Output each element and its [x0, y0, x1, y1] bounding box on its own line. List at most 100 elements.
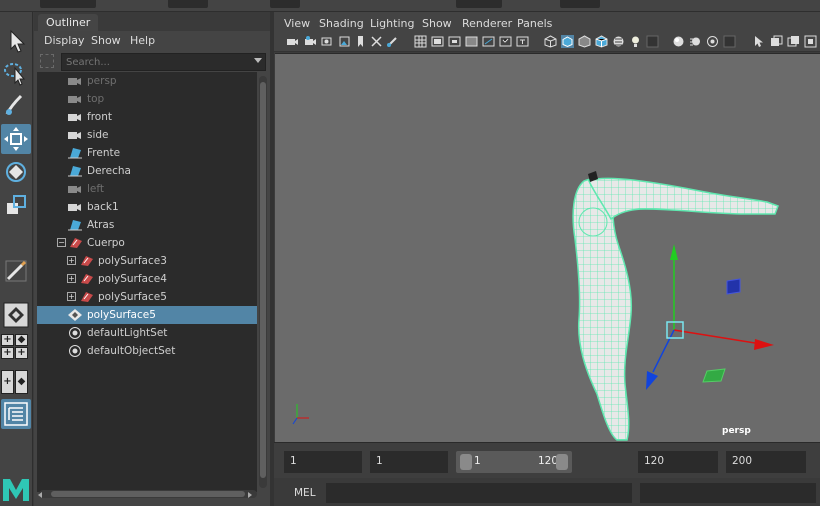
select-tool-icon[interactable] [1, 26, 31, 56]
bookmark-icon[interactable] [354, 35, 367, 48]
menu-lighting[interactable]: Lighting [370, 17, 414, 30]
playback-end-field[interactable]: 120 [638, 451, 718, 473]
grid-icon[interactable] [414, 35, 427, 48]
menu-view[interactable]: View [284, 17, 310, 30]
expand-toggle-icon[interactable]: + [67, 292, 76, 301]
list-item[interactable]: front [37, 108, 257, 126]
panel-splitter[interactable] [270, 12, 274, 506]
menu-show[interactable]: Show [422, 17, 452, 30]
viewport-persp[interactable]: persp [275, 53, 820, 442]
use-all-lights-icon[interactable] [629, 35, 642, 48]
soft-select-tool-icon[interactable] [1, 256, 31, 286]
start-time-field[interactable]: 1 [284, 451, 362, 473]
range-end-handle[interactable] [556, 454, 568, 470]
film-gate-icon[interactable] [431, 35, 444, 48]
scrollbar-thumb[interactable] [51, 491, 245, 497]
isolate-select-icon[interactable] [752, 35, 765, 48]
list-item[interactable]: defaultObjectSet [37, 342, 257, 360]
list-item[interactable]: left [37, 180, 257, 198]
image-plane-icon[interactable] [338, 35, 351, 48]
list-item[interactable]: + polySurface3 [37, 252, 257, 270]
list-item[interactable]: Frente [37, 144, 257, 162]
xray-icon[interactable] [770, 35, 783, 48]
side-layout-icon[interactable]: + [1, 370, 14, 394]
depth-of-field-icon[interactable] [723, 35, 736, 48]
field-chart-icon[interactable] [482, 35, 495, 48]
move-tool-icon[interactable] [1, 124, 31, 154]
xy-plane-handle[interactable] [726, 278, 741, 295]
use-default-material-icon[interactable] [578, 35, 591, 48]
safe-title-icon[interactable] [516, 35, 529, 48]
outliner-layout-icon[interactable] [1, 399, 31, 429]
vertical-scrollbar[interactable] [259, 76, 267, 488]
menu-display[interactable]: Display [44, 34, 85, 47]
persp-outliner-layout-icon[interactable]: ◆ [15, 334, 28, 346]
list-item[interactable]: − Cuerpo [37, 234, 257, 252]
y-axis-arrow[interactable] [670, 244, 678, 260]
bookmarks-icon[interactable] [320, 35, 333, 48]
side-persp-layout-icon[interactable]: ◆ [15, 370, 28, 394]
expand-toggle-icon[interactable]: + [67, 274, 76, 283]
safe-action-icon[interactable] [499, 35, 512, 48]
menu-panels[interactable]: Panels [517, 17, 552, 30]
list-item[interactable]: + polySurface4 [37, 270, 257, 288]
anti-aliasing-icon[interactable] [706, 35, 719, 48]
single-perspective-layout-icon[interactable] [1, 300, 31, 330]
scroll-left-icon[interactable] [38, 492, 42, 498]
grid-layout-icon[interactable]: + [15, 347, 28, 359]
list-item[interactable]: defaultLightSet [37, 324, 257, 342]
end-time-field[interactable]: 200 [726, 451, 806, 473]
xray-components-icon[interactable] [804, 35, 817, 48]
motion-blur-icon[interactable] [689, 35, 702, 48]
tab-outliner[interactable]: Outliner [38, 14, 99, 31]
mel-label[interactable]: MEL [294, 487, 316, 499]
chevron-down-icon[interactable] [254, 58, 262, 63]
menu-renderer[interactable]: Renderer [462, 17, 512, 30]
expand-toggle-icon[interactable]: + [67, 256, 76, 265]
range-slider[interactable]: 1 120 [456, 451, 572, 473]
list-item[interactable]: side [37, 126, 257, 144]
wireframe-on-shaded-icon[interactable] [595, 35, 608, 48]
list-item[interactable]: Atras [37, 216, 257, 234]
list-item[interactable]: top [37, 90, 257, 108]
menu-show[interactable]: Show [91, 34, 121, 47]
camera-attributes-icon[interactable] [304, 35, 317, 48]
resolution-gate-icon[interactable] [448, 35, 461, 48]
list-item[interactable]: + polySurface5 [37, 288, 257, 306]
item-label: Cuerpo [87, 237, 125, 249]
range-start-handle[interactable] [460, 454, 472, 470]
z-axis-arrow[interactable] [646, 371, 658, 390]
scroll-right-icon[interactable] [248, 492, 252, 498]
scale-tool-icon[interactable] [1, 190, 31, 220]
smooth-shade-icon[interactable] [561, 35, 574, 48]
menu-shading[interactable]: Shading [319, 17, 364, 30]
select-camera-icon[interactable] [286, 35, 299, 48]
four-view-layout-icon[interactable]: + [1, 334, 14, 346]
playback-start-field[interactable]: 1 [370, 451, 448, 473]
search-input[interactable] [61, 53, 266, 71]
x-axis-arrow[interactable] [754, 339, 774, 350]
xz-plane-handle[interactable] [702, 368, 726, 383]
gate-mask-icon[interactable] [465, 35, 478, 48]
collapse-toggle-icon[interactable]: − [57, 238, 66, 247]
wireframe-icon[interactable] [544, 35, 557, 48]
lasso-tool-icon[interactable] [1, 58, 31, 88]
grease-pencil-icon[interactable] [386, 35, 399, 48]
rotate-tool-icon[interactable] [1, 157, 31, 187]
command-input[interactable] [326, 483, 632, 503]
paint-select-tool-icon[interactable] [1, 90, 31, 120]
list-item[interactable]: persp [37, 72, 257, 90]
horizontal-scrollbar[interactable] [39, 490, 257, 498]
textured-icon[interactable] [612, 35, 625, 48]
screen-space-ao-icon[interactable] [672, 35, 685, 48]
filter-icon[interactable] [40, 54, 54, 68]
xray-joints-icon[interactable] [787, 35, 800, 48]
two-view-layout-icon[interactable]: + [1, 347, 14, 359]
list-item[interactable]: Derecha [37, 162, 257, 180]
scrollbar-thumb[interactable] [260, 82, 266, 478]
list-item-selected[interactable]: polySurface5 [37, 306, 257, 324]
menu-help[interactable]: Help [130, 34, 155, 47]
2d-pan-zoom-icon[interactable] [370, 35, 383, 48]
list-item[interactable]: back1 [37, 198, 257, 216]
shadows-icon[interactable] [646, 35, 659, 48]
